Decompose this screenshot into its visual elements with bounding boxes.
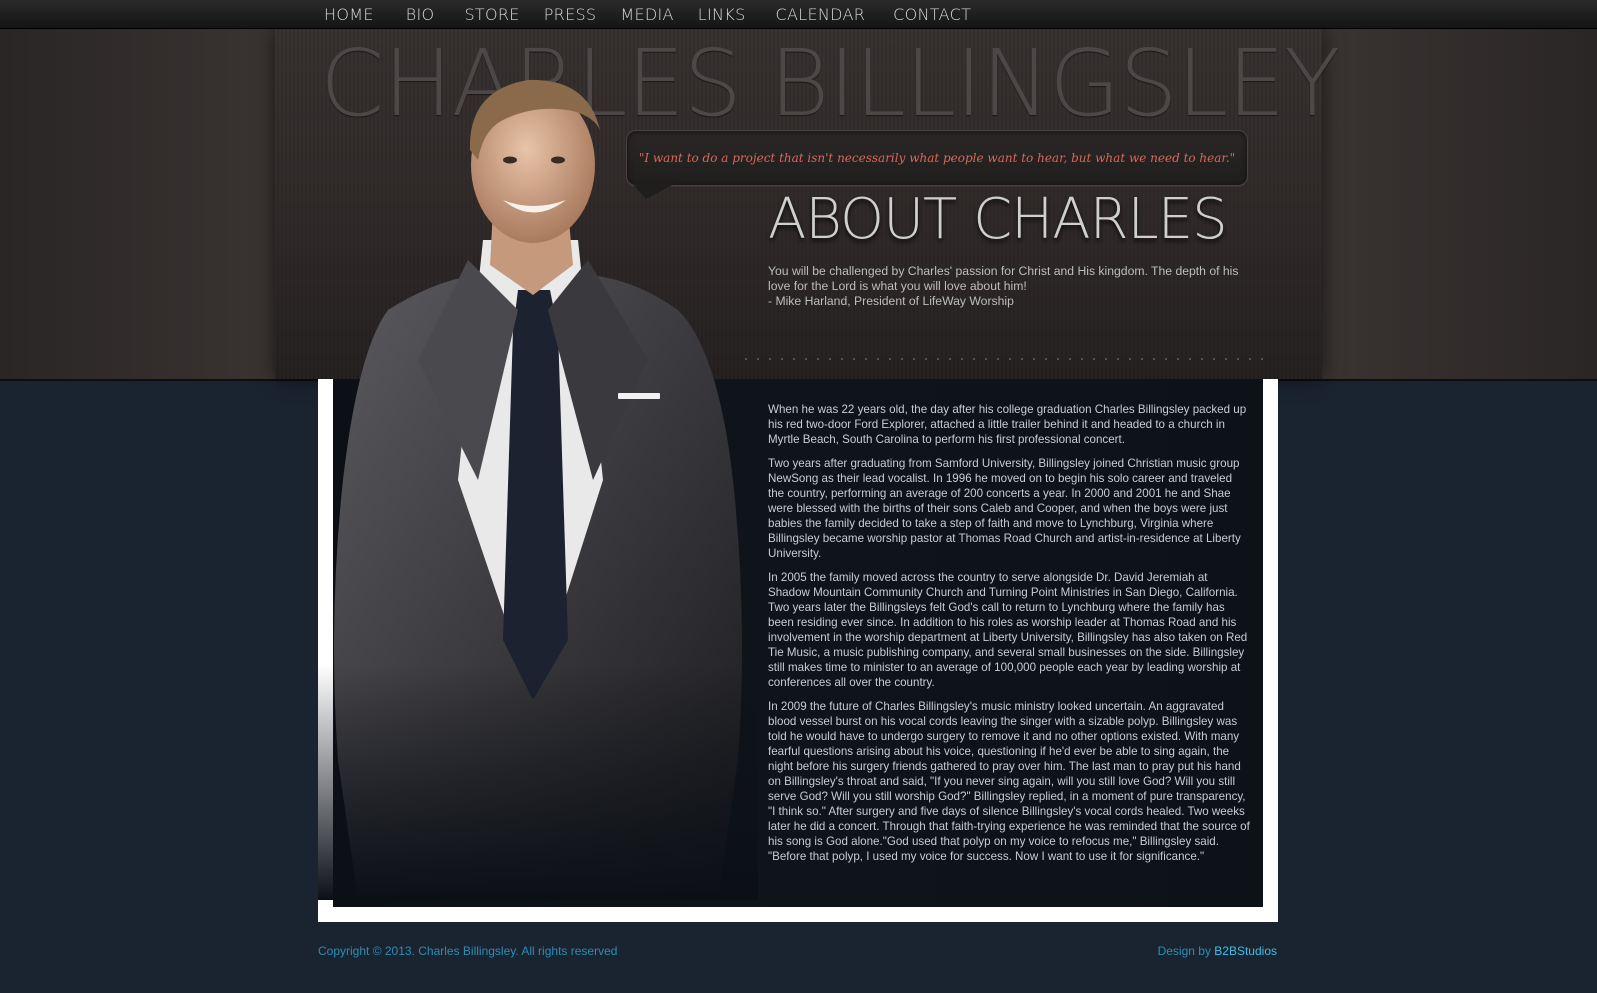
nav-bio-link[interactable]: BIO bbox=[406, 5, 435, 24]
main-nav: HOME BIO STORE PRESS MEDIA LINKS CALENDA… bbox=[324, 0, 971, 28]
bio-paragraph: In 2009 the future of Charles Billingsle… bbox=[768, 700, 1250, 863]
nav-home-link[interactable]: HOME bbox=[324, 5, 374, 24]
endorsement-text: You will be challenged by Charles' passi… bbox=[768, 264, 1239, 293]
nav-calendar-link[interactable]: CALENDAR bbox=[776, 5, 866, 24]
endorsement-attribution: - Mike Harland, President of LifeWay Wor… bbox=[768, 294, 1014, 308]
footer-design-prefix: Design by bbox=[1157, 944, 1215, 958]
nav-links-link[interactable]: LINKS bbox=[698, 5, 746, 24]
bio-text: When he was 22 years old, the day after … bbox=[768, 402, 1250, 873]
design-studio-link[interactable]: B2BStudios bbox=[1214, 944, 1277, 958]
artist-portrait bbox=[318, 60, 758, 900]
nav-press-link[interactable]: PRESS bbox=[544, 5, 597, 24]
footer-credit: Design by B2BStudios bbox=[1158, 944, 1277, 958]
dotted-divider bbox=[740, 358, 1270, 360]
nav-media-link[interactable]: MEDIA bbox=[620, 5, 673, 24]
bio-paragraph: When he was 22 years old, the day after … bbox=[768, 403, 1247, 446]
nav-contact-link[interactable]: CONTACT bbox=[893, 5, 971, 24]
endorsement-block: You will be challenged by Charles' passi… bbox=[768, 264, 1248, 309]
nav-store-link[interactable]: STORE bbox=[464, 5, 519, 24]
top-nav-bar: HOME BIO STORE PRESS MEDIA LINKS CALENDA… bbox=[0, 0, 1597, 29]
bio-paragraph: In 2005 the family moved across the coun… bbox=[768, 571, 1248, 689]
bio-paragraph: Two years after graduating from Samford … bbox=[768, 457, 1241, 560]
about-heading: ABOUT CHARLES bbox=[768, 187, 1228, 252]
footer-copyright: Copyright © 2013. Charles Billingsley. A… bbox=[318, 944, 618, 958]
